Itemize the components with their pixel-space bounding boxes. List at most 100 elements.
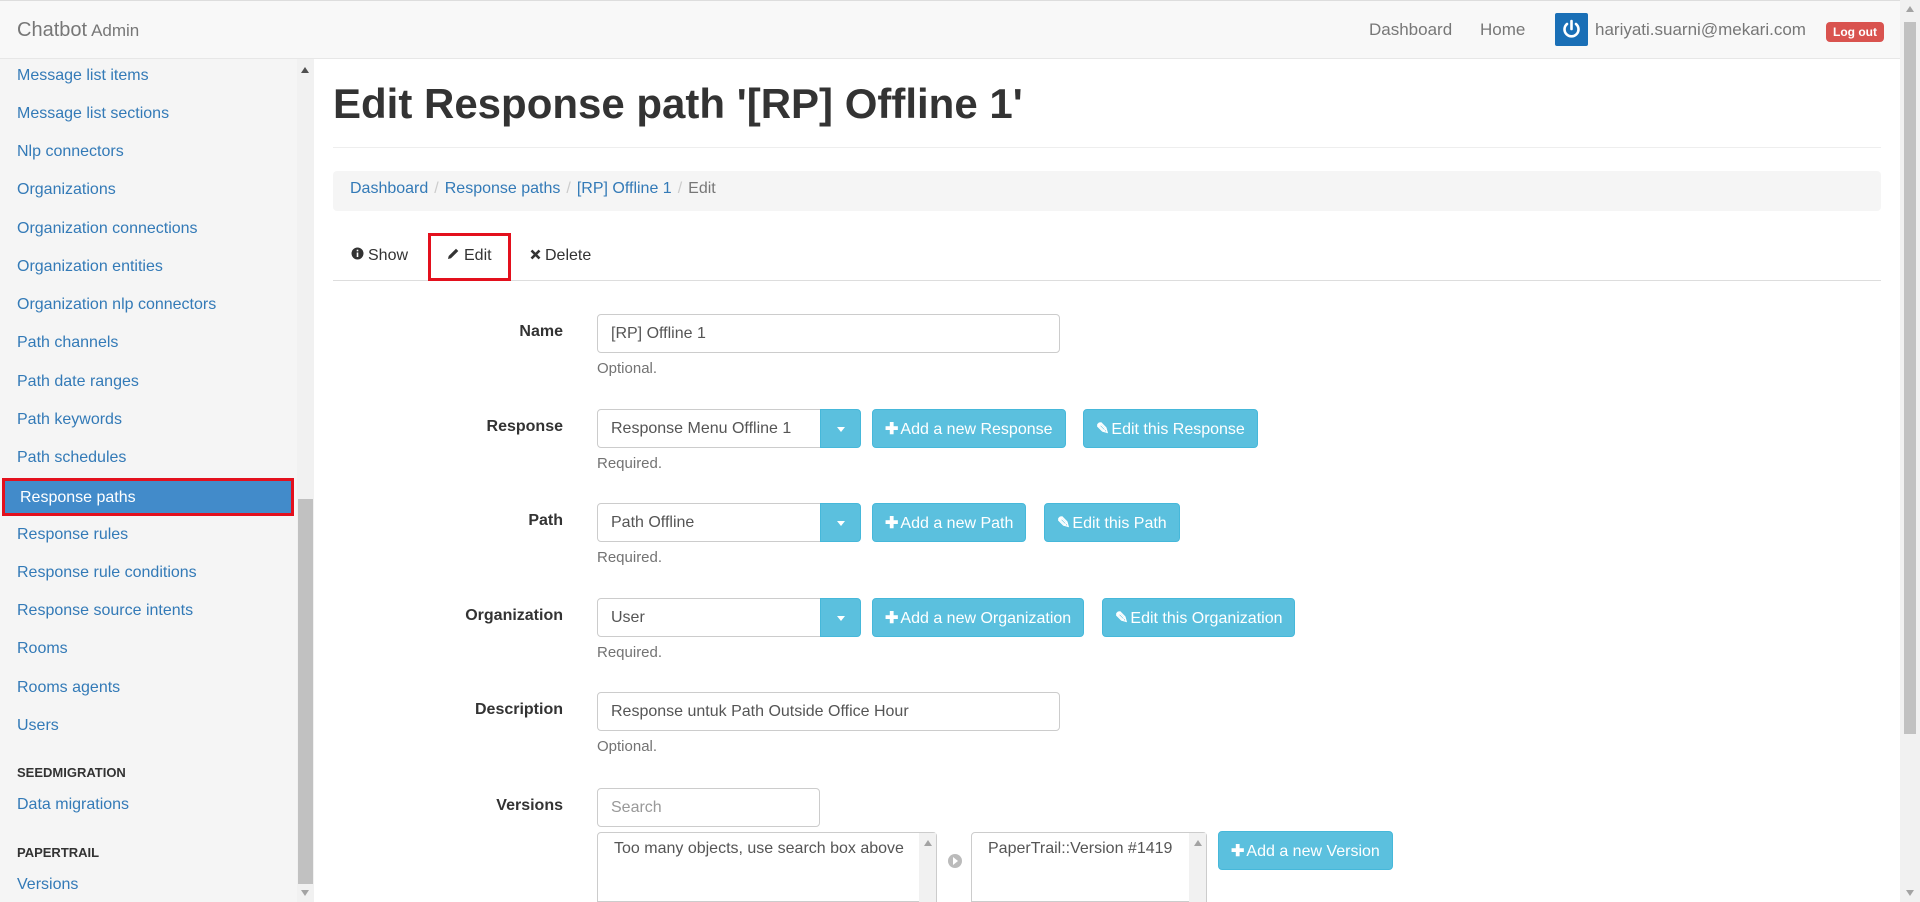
organization-dropdown-toggle[interactable] xyxy=(820,598,861,637)
logout-button[interactable]: Log out xyxy=(1826,22,1884,42)
action-tabs: Show Edit Delete xyxy=(333,233,1881,281)
versions-search-input[interactable]: Search xyxy=(597,788,820,827)
nav-home-link[interactable]: Home xyxy=(1480,20,1525,40)
brand-title[interactable]: Chatbot xyxy=(17,19,87,41)
pencil-icon: ✎ xyxy=(1057,515,1071,532)
plus-icon: ✚ xyxy=(885,421,899,438)
edit-path-label: Edit this Path xyxy=(1072,515,1167,532)
sidebar-scroll-up-icon[interactable] xyxy=(301,67,309,73)
sidebar-item-organization-entities[interactable]: Organization entities xyxy=(17,258,163,276)
brand[interactable]: Chatbot Admin xyxy=(17,19,139,42)
tab-show-label: Show xyxy=(368,247,409,264)
tab-delete[interactable]: Delete xyxy=(530,233,591,281)
scroll-up-arrow-icon[interactable] xyxy=(1906,6,1914,12)
breadcrumb-record[interactable]: [RP] Offline 1 xyxy=(577,180,672,197)
add-version-button[interactable]: ✚ Add a new Version xyxy=(1218,831,1393,870)
scroll-down-arrow-icon[interactable] xyxy=(1906,890,1914,896)
path-help: Required. xyxy=(597,549,663,566)
sidebar-item-response-rules[interactable]: Response rules xyxy=(17,526,128,544)
organization-select[interactable]: User xyxy=(597,598,821,637)
plus-icon: ✚ xyxy=(885,610,899,627)
organization-label: Organization xyxy=(465,607,563,624)
versions-label: Versions xyxy=(496,797,563,814)
edit-response-label: Edit this Response xyxy=(1111,421,1245,438)
description-label: Description xyxy=(474,701,563,718)
name-field[interactable]: [RP] Offline 1 xyxy=(597,314,1060,353)
sidebar-item-path-channels[interactable]: Path channels xyxy=(17,334,118,352)
sidebar-item-users[interactable]: Users xyxy=(17,717,59,735)
response-dropdown-toggle[interactable] xyxy=(820,409,861,448)
sidebar-scrollbar[interactable] xyxy=(297,59,314,902)
sidebar-item-message-list-items[interactable]: Message list items xyxy=(17,67,149,85)
path-select[interactable]: Path Offline xyxy=(597,503,821,542)
info-circle-icon xyxy=(351,247,364,263)
user-email[interactable]: hariyati.suarni@mekari.com xyxy=(1595,20,1806,40)
breadcrumb: Dashboard / Response paths / [RP] Offline 1 /… xyxy=(333,171,1881,211)
sidebar-item-response-rule-conditions[interactable]: Response rule conditions xyxy=(17,564,197,582)
window-scrollbar[interactable] xyxy=(1900,0,1920,902)
name-help: Optional. xyxy=(597,360,658,377)
sidebar-item-path-date-ranges[interactable]: Path date ranges xyxy=(17,373,139,391)
sidebar-item-organizations[interactable]: Organizations xyxy=(17,181,116,199)
versions-selected-item[interactable]: PaperTrail::Version #1419 xyxy=(988,840,1172,857)
pencil-icon: ✎ xyxy=(1096,421,1110,438)
edit-organization-button[interactable]: ✎ Edit this Organization xyxy=(1102,598,1296,637)
description-help: Optional. xyxy=(597,738,658,755)
path-dropdown-toggle[interactable] xyxy=(820,503,861,542)
add-version-label: Add a new Version xyxy=(1246,843,1380,860)
nav-dashboard-link[interactable]: Dashboard xyxy=(1369,20,1452,40)
add-response-label: Add a new Response xyxy=(900,421,1053,438)
sidebar-item-path-schedules[interactable]: Path schedules xyxy=(17,449,126,467)
sidebar-item-rooms[interactable]: Rooms xyxy=(17,640,68,658)
add-path-label: Add a new Path xyxy=(900,515,1014,532)
scroll-up-arrow-icon[interactable] xyxy=(1194,840,1202,846)
versions-available-text: Too many objects, use search box above xyxy=(614,840,904,857)
add-path-button[interactable]: ✚ Add a new Path xyxy=(872,503,1027,542)
add-organization-button[interactable]: ✚ Add a new Organization xyxy=(872,598,1085,637)
edit-path-button[interactable]: ✎ Edit this Path xyxy=(1044,503,1180,542)
avatar[interactable] xyxy=(1555,13,1588,46)
sidebar-scroll-down-icon[interactable] xyxy=(301,890,309,896)
breadcrumb-separator: / xyxy=(566,180,571,197)
sidebar-item-message-list-sections[interactable]: Message list sections xyxy=(17,105,169,123)
add-organization-label: Add a new Organization xyxy=(900,610,1072,627)
sidebar-section-papertrail: PAPERTRAIL xyxy=(17,845,100,860)
tab-delete-label: Delete xyxy=(545,247,592,264)
edit-organization-label: Edit this Organization xyxy=(1130,610,1283,627)
sidebar-item-versions[interactable]: Versions xyxy=(17,876,78,894)
breadcrumb-separator: / xyxy=(434,180,439,197)
response-select[interactable]: Response Menu Offline 1 xyxy=(597,409,821,448)
sidebar-item-path-keywords[interactable]: Path keywords xyxy=(17,411,122,429)
breadcrumb-response-paths[interactable]: Response paths xyxy=(445,180,561,197)
tab-edit[interactable]: Edit xyxy=(428,233,511,281)
sidebar-item-nlp-connectors[interactable]: Nlp connectors xyxy=(17,143,124,161)
organization-help: Required. xyxy=(597,644,663,661)
add-response-button[interactable]: ✚ Add a new Response xyxy=(872,409,1066,448)
description-field[interactable]: Response untuk Path Outside Office Hour xyxy=(597,692,1060,731)
top-navbar: Chatbot Admin Dashboard Home hariyati.sua… xyxy=(0,0,1900,59)
versions-selected-list[interactable]: PaperTrail::Version #1419 xyxy=(971,832,1207,902)
sidebar: Message list items Message list sections… xyxy=(0,59,297,902)
brand-subtitle[interactable]: Admin xyxy=(91,21,139,40)
times-icon xyxy=(530,248,541,263)
scrollbar-thumb[interactable] xyxy=(1904,22,1916,734)
sidebar-item-response-paths[interactable]: Response paths xyxy=(2,478,294,516)
tab-edit-label: Edit xyxy=(464,247,492,264)
pencil-icon: ✎ xyxy=(1115,610,1129,627)
sidebar-item-organization-nlp-connectors[interactable]: Organization nlp connectors xyxy=(17,296,216,314)
tab-show[interactable]: Show xyxy=(351,233,408,281)
move-right-icon[interactable] xyxy=(948,854,962,868)
sidebar-item-data-migrations[interactable]: Data migrations xyxy=(17,796,129,814)
edit-response-button[interactable]: ✎ Edit this Response xyxy=(1083,409,1258,448)
path-label: Path xyxy=(528,512,563,529)
sidebar-item-rooms-agents[interactable]: Rooms agents xyxy=(17,679,120,697)
sidebar-scrollbar-thumb[interactable] xyxy=(298,499,313,884)
breadcrumb-separator: / xyxy=(677,180,683,197)
sidebar-item-response-source-intents[interactable]: Response source intents xyxy=(17,602,193,620)
page-title: Edit Response path '[RP] Offline 1' xyxy=(333,80,1023,127)
sidebar-item-organization-connections[interactable]: Organization connections xyxy=(17,220,198,238)
breadcrumb-dashboard[interactable]: Dashboard xyxy=(350,180,428,197)
scroll-up-arrow-icon[interactable] xyxy=(924,840,932,846)
versions-available-list[interactable]: Too many objects, use search box above xyxy=(597,832,937,902)
plus-icon: ✚ xyxy=(885,515,899,532)
